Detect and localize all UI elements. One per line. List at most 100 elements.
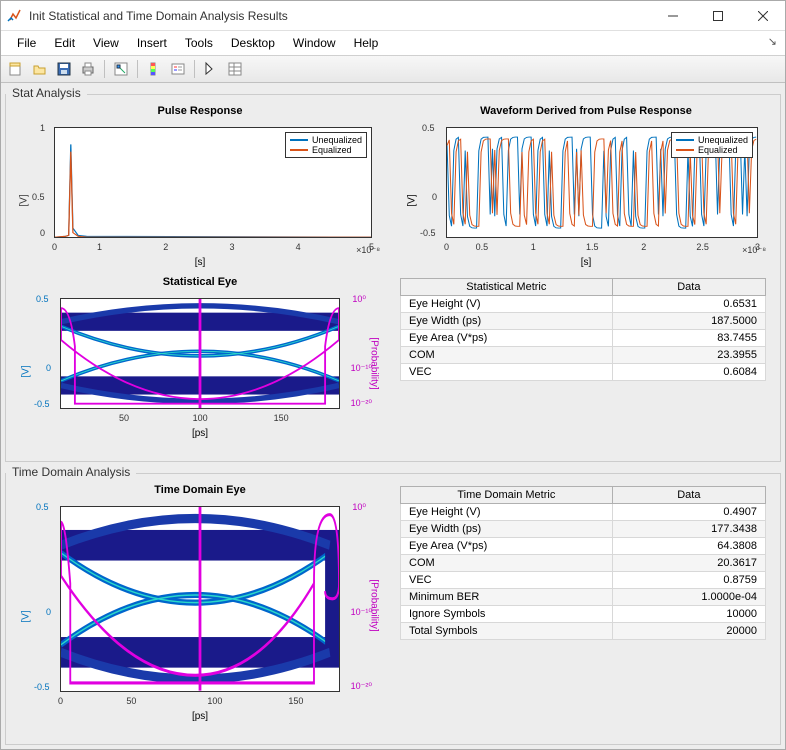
titlebar: Init Statistical and Time Domain Analysi… [1, 1, 785, 31]
metric-name: Eye Height (V) [401, 296, 613, 313]
table-row[interactable]: Eye Width (ps)177.3438 [401, 521, 766, 538]
chart-title: Statistical Eye [8, 274, 392, 288]
stat-metrics-table: Statistical Metric Data Eye Height (V)0.… [394, 274, 772, 443]
y-axis-label: [V] [407, 194, 418, 206]
close-button[interactable] [740, 1, 785, 31]
table-row[interactable]: VEC0.6084 [401, 364, 766, 381]
metric-name: Total Symbols [401, 623, 613, 640]
insert-colorbar-icon[interactable] [143, 58, 165, 80]
open-property-inspector-icon[interactable] [224, 58, 246, 80]
link-axes-icon[interactable] [110, 58, 132, 80]
y2-axis-label: [Probability] [368, 579, 379, 631]
metric-name: COM [401, 347, 613, 364]
metric-value: 20000 [612, 623, 765, 640]
col-header[interactable]: Statistical Metric [401, 279, 613, 296]
table-row[interactable]: VEC0.8759 [401, 572, 766, 589]
save-icon[interactable] [53, 58, 75, 80]
table-row[interactable]: Eye Height (V)0.6531 [401, 296, 766, 313]
figure-window: Init Statistical and Time Domain Analysi… [0, 0, 786, 750]
metric-name: Eye Area (V*ps) [401, 538, 613, 555]
waveform-chart[interactable]: Waveform Derived from Pulse Response Une… [394, 103, 778, 272]
metric-value: 20.3617 [612, 555, 765, 572]
legend-item: Equalized [312, 145, 352, 155]
menu-help[interactable]: Help [346, 33, 387, 53]
menubar: File Edit View Insert Tools Desktop Wind… [1, 31, 785, 55]
metric-value: 0.8759 [612, 572, 765, 589]
chart-title: Pulse Response [8, 103, 392, 117]
metric-name: Eye Area (V*ps) [401, 330, 613, 347]
open-icon[interactable] [29, 58, 51, 80]
legend-item: Unequalized [698, 135, 748, 145]
metric-value: 1.0000e-04 [612, 589, 765, 606]
insert-legend-icon[interactable] [167, 58, 189, 80]
menu-file[interactable]: File [9, 33, 44, 53]
chart-title: Waveform Derived from Pulse Response [394, 103, 778, 117]
col-header[interactable]: Time Domain Metric [401, 487, 613, 504]
menu-desktop[interactable]: Desktop [223, 33, 283, 53]
minimize-button[interactable] [650, 1, 695, 31]
menu-window[interactable]: Window [285, 33, 344, 53]
dock-corner-icon[interactable]: ↘ [768, 35, 777, 48]
table-row[interactable]: Minimum BER1.0000e-04 [401, 589, 766, 606]
print-icon[interactable] [77, 58, 99, 80]
table-row[interactable]: Total Symbols20000 [401, 623, 766, 640]
toolbar-separator [104, 60, 105, 78]
metric-name: VEC [401, 572, 613, 589]
menu-view[interactable]: View [85, 33, 127, 53]
col-header[interactable]: Data [612, 279, 765, 296]
metric-value: 187.5000 [612, 313, 765, 330]
y-axis-label: [V] [21, 365, 32, 377]
x-axis-label: [ps] [16, 711, 384, 722]
toolbar-separator [194, 60, 195, 78]
table-row[interactable]: Eye Area (V*ps)83.7455 [401, 330, 766, 347]
x-axis-label: [s] [16, 257, 384, 268]
metric-name: COM [401, 555, 613, 572]
table-row[interactable]: COM23.3955 [401, 347, 766, 364]
time-panel-title: Time Domain Analysis [6, 465, 136, 479]
legend-item: Equalized [698, 145, 738, 155]
time-domain-eye-chart[interactable]: Time Domain Eye [8, 482, 392, 726]
window-controls [650, 1, 785, 31]
table-row[interactable]: Eye Area (V*ps)64.3808 [401, 538, 766, 555]
toolbar-separator [137, 60, 138, 78]
stat-panel-title: Stat Analysis [6, 86, 87, 100]
menu-tools[interactable]: Tools [177, 33, 221, 53]
matlab-icon [7, 8, 23, 24]
metric-value: 0.6084 [612, 364, 765, 381]
table-row[interactable]: Ignore Symbols10000 [401, 606, 766, 623]
table-row[interactable]: Eye Width (ps)187.5000 [401, 313, 766, 330]
edit-plot-icon[interactable] [200, 58, 222, 80]
time-domain-metrics-table: Time Domain Metric Data Eye Height (V)0.… [394, 482, 772, 726]
toolbar [1, 55, 785, 83]
time-domain-panel: Time Domain Analysis Time Domain Eye [5, 466, 781, 745]
x-axis-label: [s] [402, 257, 770, 268]
metric-name: Eye Height (V) [401, 504, 613, 521]
x-axis-label: [ps] [16, 428, 384, 439]
menu-insert[interactable]: Insert [129, 33, 175, 53]
statistical-eye-chart[interactable]: Statistical Eye [8, 274, 392, 443]
maximize-button[interactable] [695, 1, 740, 31]
y-axis-label: [V] [21, 611, 32, 623]
metric-value: 177.3438 [612, 521, 765, 538]
metric-value: 64.3808 [612, 538, 765, 555]
table-row[interactable]: COM20.3617 [401, 555, 766, 572]
window-title: Init Statistical and Time Domain Analysi… [29, 9, 650, 23]
metric-value: 0.6531 [612, 296, 765, 313]
legend-item: Unequalized [312, 135, 362, 145]
metric-name: VEC [401, 364, 613, 381]
y-axis-label: [V] [19, 194, 30, 206]
metric-value: 10000 [612, 606, 765, 623]
table-row[interactable]: Eye Height (V)0.4907 [401, 504, 766, 521]
metric-name: Eye Width (ps) [401, 313, 613, 330]
col-header[interactable]: Data [612, 487, 765, 504]
pulse-response-chart[interactable]: Pulse Response Unequalized Equalized [8, 103, 392, 272]
metric-value: 0.4907 [612, 504, 765, 521]
new-figure-icon[interactable] [5, 58, 27, 80]
chart-title: Time Domain Eye [8, 482, 392, 496]
metric-name: Eye Width (ps) [401, 521, 613, 538]
metric-value: 23.3955 [612, 347, 765, 364]
metric-name: Ignore Symbols [401, 606, 613, 623]
metric-name: Minimum BER [401, 589, 613, 606]
metric-value: 83.7455 [612, 330, 765, 347]
menu-edit[interactable]: Edit [46, 33, 83, 53]
